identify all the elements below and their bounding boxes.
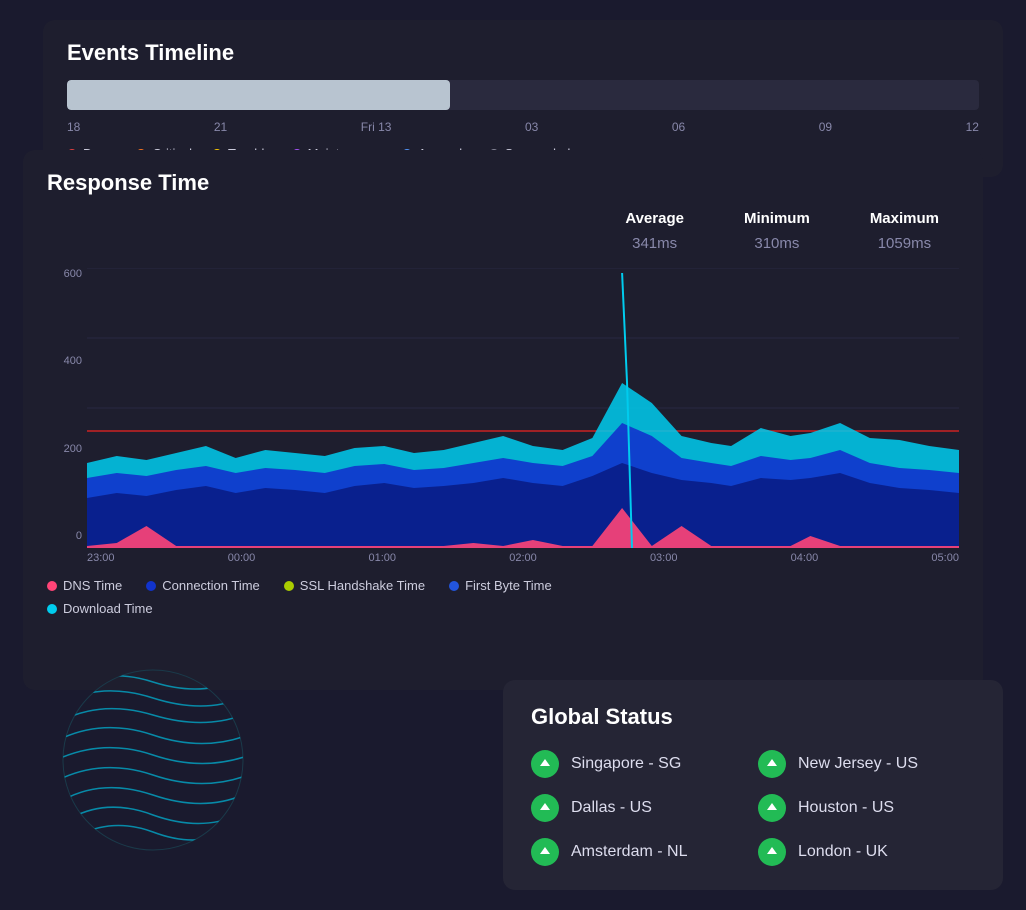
stats-row: Average 341ms Minimum 310ms Maximum 1059…: [47, 210, 959, 252]
up-arrow-icon-houston: [765, 801, 779, 815]
status-amsterdam: Amsterdam - NL: [531, 838, 748, 866]
status-grid: Singapore - SG New Jersey - US Dallas - …: [531, 750, 975, 866]
events-timeline-title: Events Timeline: [67, 40, 979, 66]
response-time-card: Response Time Average 341ms Minimum 310m…: [23, 150, 983, 690]
up-arrow-icon-new-jersey: [765, 757, 779, 771]
legend-download: Download Time: [47, 601, 959, 616]
globe-svg: [53, 660, 253, 860]
stat-minimum-value: 310ms: [744, 235, 810, 252]
response-time-chart: [87, 268, 959, 548]
tick-18: 18: [67, 120, 80, 134]
legend-label-dns: DNS Time: [63, 578, 122, 593]
legend-connection: Connection Time: [146, 578, 260, 593]
legend-label-download: Download Time: [63, 601, 153, 616]
location-new-jersey: New Jersey - US: [798, 755, 918, 773]
status-london: London - UK: [758, 838, 975, 866]
legend-dns: DNS Time: [47, 578, 122, 593]
stat-average-label: Average: [625, 210, 684, 227]
stat-average: Average 341ms: [625, 210, 684, 252]
x-label-0400: 04:00: [791, 552, 819, 564]
legend-ssl: SSL Handshake Time: [284, 578, 425, 593]
status-up-icon-singapore: [531, 750, 559, 778]
y-label-0: 0: [47, 530, 82, 542]
main-container: Events Timeline 18 21 Fri 13 03 06 09 12…: [23, 20, 1003, 890]
x-label-0000: 00:00: [228, 552, 256, 564]
status-up-icon-amsterdam: [531, 838, 559, 866]
legend-label-connection: Connection Time: [162, 578, 260, 593]
timeline-ticks: 18 21 Fri 13 03 06 09 12: [67, 120, 979, 134]
status-up-icon-dallas: [531, 794, 559, 822]
tick-03: 03: [525, 120, 538, 134]
legend-label-first-byte: First Byte Time: [465, 578, 552, 593]
location-amsterdam: Amsterdam - NL: [571, 843, 687, 861]
legend-dot-dns: [47, 581, 57, 591]
legend-first-byte: First Byte Time: [449, 578, 552, 593]
location-singapore: Singapore - SG: [571, 755, 681, 773]
y-label-200: 200: [47, 443, 82, 455]
legend-dot-first-byte: [449, 581, 459, 591]
location-london: London - UK: [798, 843, 888, 861]
x-label-0300: 03:00: [650, 552, 678, 564]
tick-09: 09: [819, 120, 832, 134]
up-arrow-icon-singapore: [538, 757, 552, 771]
timeline-bar-fill: [67, 80, 450, 110]
x-label-0100: 01:00: [368, 552, 396, 564]
status-houston: Houston - US: [758, 794, 975, 822]
up-arrow-icon-amsterdam: [538, 845, 552, 859]
up-arrow-icon-london: [765, 845, 779, 859]
status-up-icon-london: [758, 838, 786, 866]
tick-fri13: Fri 13: [361, 120, 392, 134]
status-up-icon-new-jersey: [758, 750, 786, 778]
y-label-400: 400: [47, 355, 82, 367]
tick-12: 12: [966, 120, 979, 134]
location-dallas: Dallas - US: [571, 799, 652, 817]
status-new-jersey: New Jersey - US: [758, 750, 975, 778]
x-label-0200: 02:00: [509, 552, 537, 564]
global-status-card: Global Status Singapore - SG New Jersey …: [503, 680, 1003, 890]
legend-dot-ssl: [284, 581, 294, 591]
globe-decoration: [53, 660, 253, 860]
legend-dot-download: [47, 604, 57, 614]
x-label-2300: 23:00: [87, 552, 115, 564]
stat-minimum: Minimum 310ms: [744, 210, 810, 252]
chart-legend: DNS Time Connection Time SSL Handshake T…: [47, 578, 959, 593]
stat-maximum-value: 1059ms: [870, 235, 939, 252]
status-up-icon-houston: [758, 794, 786, 822]
tick-06: 06: [672, 120, 685, 134]
tick-21: 21: [214, 120, 227, 134]
up-arrow-icon-dallas: [538, 801, 552, 815]
legend-dot-connection: [146, 581, 156, 591]
legend-label-ssl: SSL Handshake Time: [300, 578, 425, 593]
y-label-600: 600: [47, 268, 82, 280]
download-legend-row: Download Time: [47, 601, 959, 616]
location-houston: Houston - US: [798, 799, 894, 817]
stat-maximum: Maximum 1059ms: [870, 210, 939, 252]
status-dallas: Dallas - US: [531, 794, 748, 822]
x-label-0500: 05:00: [931, 552, 959, 564]
stat-average-value: 341ms: [625, 235, 684, 252]
response-time-title: Response Time: [47, 170, 959, 196]
stat-maximum-label: Maximum: [870, 210, 939, 227]
global-status-title: Global Status: [531, 704, 975, 730]
timeline-bar-container: [67, 80, 979, 110]
stat-minimum-label: Minimum: [744, 210, 810, 227]
status-singapore: Singapore - SG: [531, 750, 748, 778]
